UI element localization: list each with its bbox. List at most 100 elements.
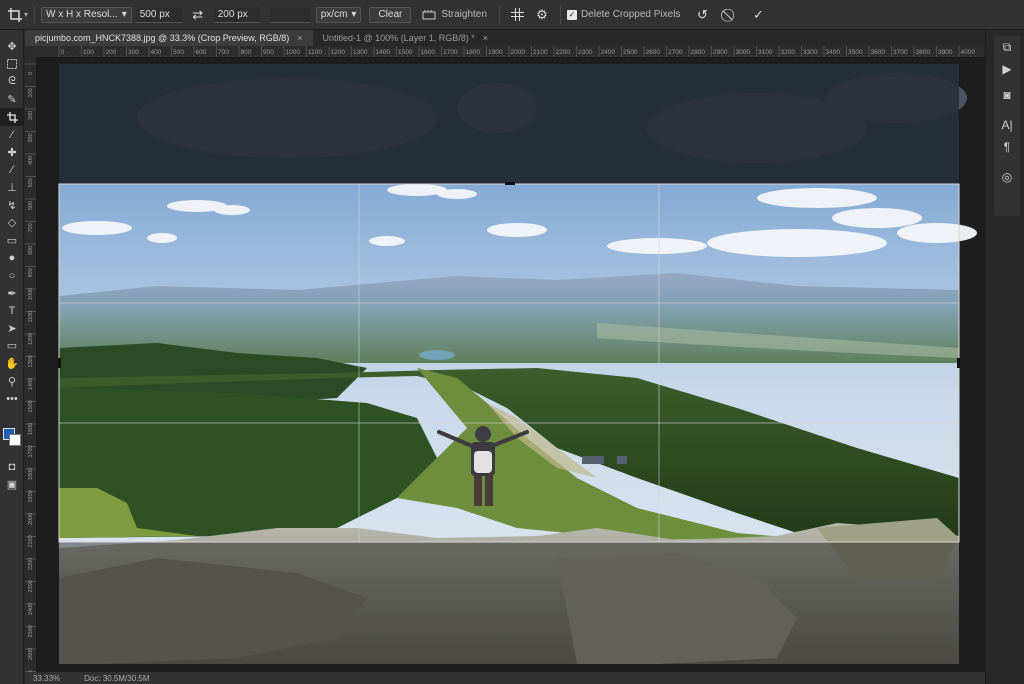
play-icon[interactable]: ▶ — [994, 58, 1020, 80]
ruler-tick-label: 1200 — [28, 333, 34, 345]
screen-mode-icon[interactable]: ▣ — [0, 476, 24, 494]
ruler-tick-label: 3500 — [848, 49, 863, 56]
ruler-tick-label: 1800 — [466, 49, 481, 56]
ruler-tick-label: 2000 — [28, 513, 34, 525]
ruler-tick-label: 600 — [28, 201, 34, 210]
ruler-tick-label: 500 — [173, 49, 184, 56]
move-icon[interactable]: ✥ — [0, 38, 24, 56]
ruler-tick-label: 1400 — [28, 378, 34, 390]
pen-icon[interactable]: ✒ — [0, 284, 24, 302]
ruler-tick-label: 600 — [196, 49, 207, 56]
delete-cropped-label: Delete Cropped Pixels — [580, 9, 681, 20]
quick-mask-icon[interactable]: ◘ — [0, 458, 24, 476]
document-canvas[interactable] — [37, 58, 985, 672]
marquee-icon[interactable] — [0, 56, 24, 74]
more-icon[interactable]: ••• — [0, 390, 24, 408]
ruler-tick-label: 3200 — [781, 49, 796, 56]
horizontal-ruler[interactable]: 0 100 200 300 400 500 600 700 800 900 1000 1100 1200… — [37, 46, 985, 58]
tab-picjumbo[interactable]: picjumbo.com_HNCK7388.jpg @ 33.3% (Crop … — [25, 30, 313, 46]
panel-icon-strip: ⧉ ▶ ◙ A| ¶ ◎ — [994, 36, 1020, 216]
separator — [34, 5, 36, 24]
crop-icon[interactable] — [0, 108, 24, 126]
clone-stamp-icon[interactable]: ⊥ — [0, 179, 24, 197]
brush-icon[interactable]: ∕ — [0, 161, 24, 179]
status-bar: 33.33% Doc: 30.5M/30.5M — [25, 672, 985, 684]
ruler-tick-label: 3300 — [803, 49, 818, 56]
tab-untitled[interactable]: Untitled-1 @ 100% (Layer 1, RGB/8) * × — [313, 30, 498, 46]
blur-icon[interactable]: ● — [0, 249, 24, 267]
commit-check-icon[interactable]: ✓ — [746, 3, 770, 27]
ratio-preset-dropdown[interactable]: W x H x Resol... ▾ — [41, 6, 132, 23]
properties-icon[interactable]: ◙ — [994, 84, 1020, 106]
ruler-tick-label: 700 — [28, 223, 34, 232]
ruler-tick-label: 400 — [28, 156, 34, 165]
ruler-tick-label: 3100 — [758, 49, 773, 56]
overlay-grid-icon[interactable] — [506, 3, 530, 27]
ruler-tick-label: 3000 — [736, 49, 751, 56]
ruler-tick-label: 2300 — [578, 49, 593, 56]
straighten-icon[interactable] — [417, 3, 441, 27]
swap-dimensions-icon[interactable]: ⇄ — [186, 3, 210, 27]
ruler-tick-label: 800 — [28, 246, 34, 255]
type-icon[interactable]: T — [0, 302, 24, 320]
clear-button[interactable]: Clear — [369, 6, 412, 23]
path-select-icon[interactable]: ➤ — [0, 320, 24, 338]
ruler-tick-label: 2300 — [28, 580, 34, 592]
ruler-tick-label: 300 — [28, 133, 34, 142]
vertical-ruler[interactable]: 0 100 200 300 400 500 600 700 800 900 1000 1100 1200… — [25, 58, 37, 672]
ruler-tick-label: 1200 — [331, 49, 346, 56]
ruler-tick-label: 2400 — [28, 603, 34, 615]
hand-icon[interactable]: ✋ — [0, 355, 24, 373]
zoom-icon[interactable]: ⚲ — [0, 372, 24, 390]
quick-select-icon[interactable]: ✎ — [0, 91, 24, 109]
rectangle-icon[interactable]: ▭ — [0, 337, 24, 355]
photo-crop-preview[interactable] — [37, 58, 985, 672]
chevron-down-icon: ▾ — [351, 9, 357, 20]
ruler-tick-label: 900 — [28, 268, 34, 277]
ruler-tick-label: 3400 — [826, 49, 841, 56]
libraries-icon[interactable]: ◎ — [994, 166, 1020, 188]
ruler-tick-label: 3900 — [938, 49, 953, 56]
ruler-tick-label: 1600 — [421, 49, 436, 56]
ratio-preset-label: W x H x Resol... — [46, 9, 118, 20]
background-color-swatch[interactable] — [9, 434, 21, 446]
resolution-input[interactable] — [269, 6, 310, 23]
ruler-tick-label: 4000 — [961, 49, 976, 56]
close-icon[interactable]: × — [483, 33, 488, 43]
zoom-level[interactable]: 33.33% — [33, 674, 60, 683]
delete-cropped-checkbox[interactable]: ✓ Delete Cropped Pixels — [566, 9, 681, 20]
height-input[interactable]: 200 px — [213, 6, 260, 23]
eyedropper-icon[interactable]: ⁄ — [0, 126, 24, 144]
ruler-tick-label: 2500 — [623, 49, 638, 56]
options-bar: ▾ W x H x Resol... ▾ 500 px ⇄ 200 px px/… — [0, 0, 1024, 30]
ruler-tick-label: 200 — [28, 111, 34, 120]
history-icon[interactable]: ⧉ — [994, 36, 1020, 58]
ruler-tick-label: 3700 — [893, 49, 908, 56]
ruler-tick-label: 0 — [61, 49, 65, 56]
checkbox-check-icon: ✓ — [566, 9, 577, 20]
healing-brush-icon[interactable]: ✚ — [0, 144, 24, 162]
close-icon[interactable]: × — [297, 33, 302, 43]
cancel-icon[interactable]: ⃠ — [718, 3, 742, 27]
unit-dropdown[interactable]: px/cm ▾ — [315, 6, 362, 23]
character-icon[interactable]: A| — [994, 114, 1020, 136]
gear-icon[interactable]: ⚙ — [530, 3, 554, 27]
lasso-icon[interactable]: ᘓ — [0, 73, 24, 91]
straighten-label: Straighten — [441, 9, 487, 20]
ruler-corner — [25, 46, 37, 58]
width-input[interactable]: 500 px — [135, 6, 182, 23]
ruler-tick-label: 400 — [151, 49, 162, 56]
doc-size: Doc: 30.5M/30.5M — [84, 673, 150, 683]
paragraph-icon[interactable]: ¶ — [994, 136, 1020, 158]
ruler-tick-label: 1800 — [28, 468, 34, 480]
reset-icon[interactable]: ↺ — [690, 3, 714, 27]
ruler-tick-label: 0 — [28, 72, 34, 75]
dodge-icon[interactable]: ○ — [0, 267, 24, 285]
ruler-tick-label: 3600 — [871, 49, 886, 56]
unit-label: px/cm — [320, 9, 348, 20]
eraser-icon[interactable]: ◇ — [0, 214, 24, 232]
gradient-icon[interactable]: ▭ — [0, 232, 24, 250]
ruler-tick-label: 1900 — [488, 49, 503, 56]
history-brush-icon[interactable]: ↯ — [0, 196, 24, 214]
chevron-down-icon: ▾ — [121, 9, 127, 20]
